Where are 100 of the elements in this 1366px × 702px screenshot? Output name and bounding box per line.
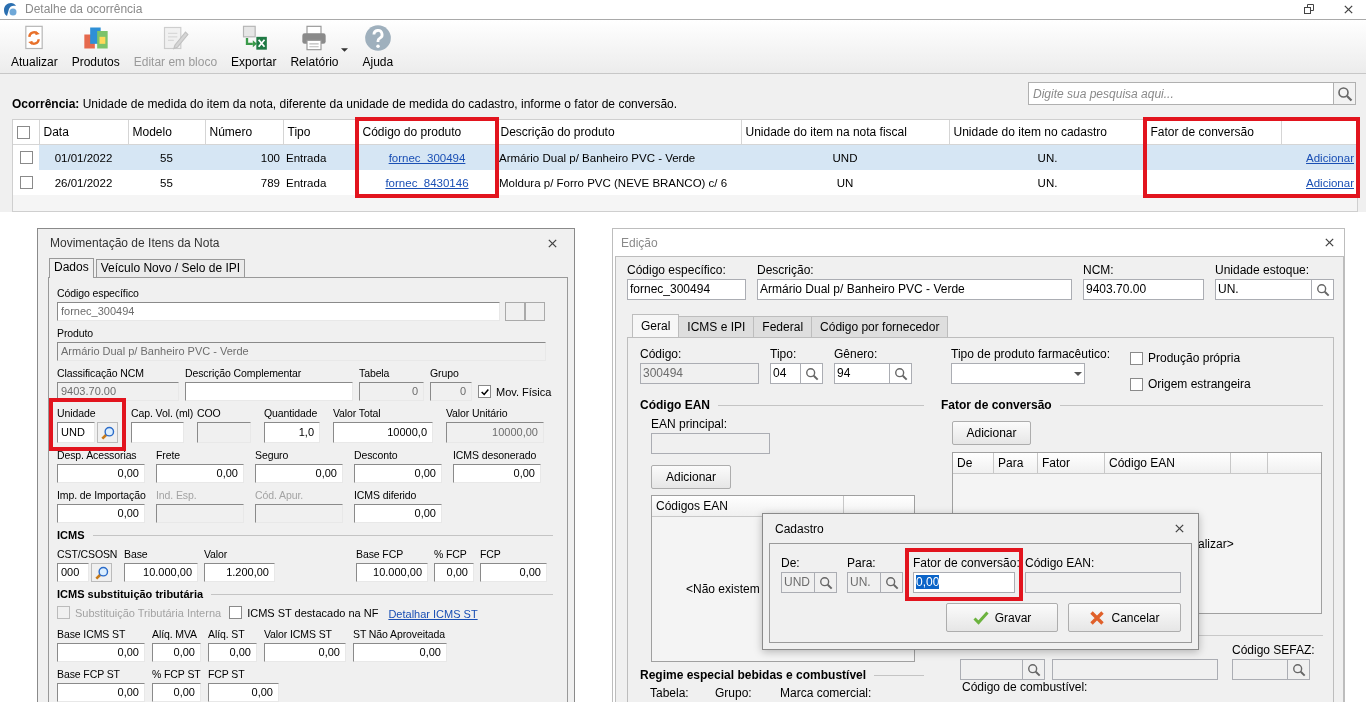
input-field[interactable]: 0,00 — [255, 464, 343, 483]
checkbox-label[interactable]: Origem estrangeira — [1148, 377, 1251, 391]
input-field[interactable]: UND — [57, 422, 95, 443]
input-field[interactable]: UND — [781, 572, 815, 593]
input-field[interactable]: 1.200,00 — [204, 563, 275, 582]
input-field[interactable]: 300494 — [640, 363, 759, 384]
toolbar-button[interactable]: Relatório — [285, 23, 344, 72]
column-header[interactable]: Para — [994, 453, 1038, 474]
input-field[interactable] — [131, 422, 184, 443]
input-field[interactable]: fornec_300494 — [627, 279, 746, 300]
input-field[interactable]: 0,00 — [354, 504, 442, 523]
column-header[interactable]: Tipo — [283, 120, 358, 145]
search-button[interactable] — [1288, 659, 1310, 680]
input-field[interactable]: 0,00 — [913, 572, 1015, 593]
search-button[interactable] — [1334, 82, 1356, 105]
column-header[interactable]: Modelo — [128, 120, 205, 145]
close-icon[interactable] — [1174, 523, 1185, 534]
table-row[interactable]: 26/01/2022 55 789 Entrada fornec_8430146 Moldura p/ Forro PVC (NEVE BRANCO) c/ 6 UN UN. Adicionar — [13, 170, 1357, 195]
search-button[interactable] — [1312, 279, 1334, 300]
column-header[interactable]: Fator de conversão — [1146, 120, 1281, 145]
search-field[interactable]: Digite sua pesquisa aqui... — [1028, 82, 1334, 105]
search-button[interactable] — [1023, 659, 1045, 680]
input-field[interactable] — [185, 382, 353, 401]
toolbar-button[interactable]: Produtos — [66, 23, 125, 72]
checkbox-label[interactable]: Produção própria — [1148, 351, 1241, 365]
input-field[interactable]: 0,00 — [434, 563, 474, 582]
checkbox[interactable] — [1130, 377, 1143, 391]
input-field[interactable] — [1232, 659, 1288, 680]
input-field[interactable]: 1,0 — [264, 422, 320, 443]
column-header[interactable]: Descrição do produto — [496, 120, 741, 145]
input-field[interactable] — [651, 433, 770, 454]
column-header[interactable]: Códigos EAN — [652, 496, 844, 517]
input-field[interactable]: 0,00 — [152, 683, 201, 702]
search-button[interactable] — [890, 363, 912, 384]
add-button[interactable]: Adicionar — [651, 465, 731, 489]
search-button[interactable] — [881, 572, 903, 593]
input-field[interactable] — [197, 422, 251, 443]
input-field[interactable]: 0,00 — [57, 683, 145, 702]
tab[interactable]: Código por fornecedor — [811, 316, 949, 337]
input-field[interactable]: 10.000,00 — [124, 563, 198, 582]
checkbox[interactable] — [19, 176, 33, 190]
input-field[interactable]: Armário Dual p/ Banheiro PVC - Verde — [757, 279, 1072, 300]
input-field[interactable]: 0 — [430, 382, 472, 401]
close-icon[interactable] — [547, 237, 558, 249]
input-field[interactable]: 0,00 — [353, 643, 447, 662]
column-header[interactable]: Unidade do item na nota fiscal — [741, 120, 949, 145]
checkbox[interactable] — [478, 385, 491, 398]
search-button[interactable] — [815, 572, 837, 593]
toolbar-button[interactable]: Atualizar — [6, 23, 63, 72]
input-field[interactable]: 94 — [834, 363, 890, 384]
checkbox-label[interactable]: ICMS ST destacado na NF — [247, 606, 379, 619]
tab[interactable]: Geral — [632, 314, 680, 337]
input-field[interactable]: 0,00 — [480, 563, 547, 582]
cancel-button[interactable]: Cancelar — [1068, 603, 1181, 632]
input-field[interactable]: UN. — [847, 572, 881, 593]
input-field[interactable]: 10000,00 — [446, 422, 544, 443]
column-header[interactable]: Data — [39, 120, 128, 145]
input-field[interactable] — [1025, 572, 1181, 593]
checkbox-label[interactable]: Mov. Física — [496, 385, 552, 398]
tab[interactable]: ICMS e IPI — [678, 316, 755, 337]
input-field[interactable]: UN. — [1215, 279, 1312, 300]
table-row[interactable]: 01/01/2022 55 100 Entrada fornec_300494 Armário Dual p/ Banheiro PVC - Verde UND UN. Adicionar — [13, 144, 1357, 170]
search-button[interactable] — [97, 422, 118, 443]
input-field[interactable]: 0,00 — [152, 643, 201, 662]
input-field[interactable]: 10000,0 — [333, 422, 433, 443]
input-field[interactable]: 0,00 — [354, 464, 442, 483]
input-field[interactable]: 9403.70.00 — [1083, 279, 1204, 300]
column-header[interactable]: Unidade do item no cadastro — [949, 120, 1146, 145]
link[interactable]: Detalhar ICMS ST — [388, 608, 478, 620]
input-field[interactable]: 0,00 — [453, 464, 541, 483]
input-field[interactable]: 0,00 — [264, 643, 346, 662]
input-field[interactable]: 0,00 — [208, 683, 279, 702]
column-header[interactable]: De — [953, 453, 994, 474]
close-icon[interactable] — [1343, 3, 1354, 15]
input-field[interactable]: 04 — [770, 363, 801, 384]
toolbar-button[interactable]: Ajuda — [357, 23, 399, 72]
search-button[interactable] — [801, 363, 823, 384]
input-field[interactable]: 0,00 — [57, 643, 145, 662]
small-button[interactable] — [505, 302, 525, 321]
close-icon[interactable] — [1324, 237, 1335, 248]
small-button[interactable] — [525, 302, 545, 321]
dropdown-field[interactable] — [951, 363, 1085, 384]
checkbox[interactable] — [17, 126, 30, 140]
tab[interactable]: Federal — [753, 316, 813, 337]
add-button[interactable]: Adicionar — [952, 421, 1031, 445]
search-button[interactable] — [91, 563, 112, 582]
input-field[interactable]: 0,00 — [156, 464, 244, 483]
input-field[interactable]: 0 — [359, 382, 424, 401]
tab[interactable]: Dados — [49, 258, 94, 278]
restore-icon[interactable] — [1303, 3, 1315, 16]
column-header[interactable]: Número — [205, 120, 283, 145]
input-field[interactable] — [1052, 659, 1218, 680]
input-field[interactable]: fornec_300494 — [57, 302, 500, 321]
checkbox[interactable] — [229, 606, 243, 619]
input-field[interactable]: 0,00 — [57, 504, 145, 523]
input-field[interactable]: 0,00 — [57, 464, 145, 483]
save-button[interactable]: Gravar — [946, 603, 1058, 632]
toolbar-button[interactable]: Exportar — [226, 23, 282, 72]
input-field[interactable]: 0,00 — [208, 643, 257, 662]
input-field[interactable] — [960, 659, 1023, 680]
